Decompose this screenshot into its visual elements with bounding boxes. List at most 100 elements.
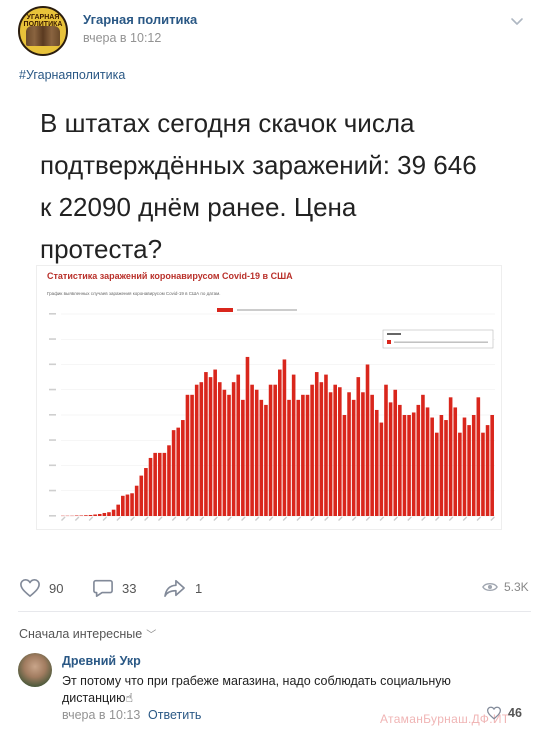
chart-bar	[254, 389, 259, 516]
chart-bar	[88, 514, 93, 516]
chart-bar	[121, 495, 125, 516]
chart-bar	[467, 425, 471, 516]
chart-bar	[102, 512, 107, 516]
x-tick-label	[476, 516, 482, 521]
chart-bar	[287, 399, 291, 516]
comment-author-avatar[interactable]	[18, 653, 52, 687]
chart-bar	[134, 485, 139, 516]
views-counter: 5.3K	[482, 580, 529, 594]
chart-bar	[411, 412, 416, 516]
comments-sort-toggle[interactable]: Сначала интересные ﹀	[19, 626, 157, 642]
chart-bar	[250, 384, 254, 516]
chart-bar	[204, 372, 208, 516]
chart-bar	[107, 512, 111, 516]
x-tick-label	[268, 516, 274, 521]
chart-bar	[393, 389, 398, 516]
chart-bar	[264, 404, 268, 516]
share-button[interactable]: 1	[163, 578, 202, 598]
chart-bar	[79, 515, 84, 517]
chart-bar	[384, 384, 388, 516]
legend-swatch	[217, 308, 233, 312]
chart-bar	[157, 452, 162, 517]
chart-bar	[185, 394, 190, 516]
chart-bar	[245, 356, 250, 516]
x-tick-label	[116, 516, 121, 521]
chart-bar	[333, 384, 337, 516]
chart-bar	[208, 377, 213, 517]
chart-bar	[444, 420, 448, 516]
chart-bar	[231, 382, 236, 516]
chart-bar	[439, 415, 444, 516]
heart-icon	[487, 706, 501, 720]
x-tick-label	[144, 516, 149, 521]
chart-bar	[361, 392, 365, 516]
post-time[interactable]: вчера в 10:12	[83, 31, 161, 45]
comment-time[interactable]: вчера в 10:13	[62, 708, 140, 722]
x-tick-label	[434, 516, 440, 521]
y-tick-label	[49, 439, 56, 441]
group-name[interactable]: Угарная политика	[83, 12, 197, 27]
chart-bar	[402, 415, 407, 516]
chart-bar	[434, 432, 439, 516]
chart-bar	[338, 387, 342, 516]
chart-bar	[351, 399, 356, 516]
x-tick-label	[421, 516, 426, 521]
chart-bar	[227, 394, 231, 516]
like-count: 90	[49, 580, 64, 596]
hashtag-link[interactable]: #Угарнаяполитика	[19, 68, 125, 82]
chart-bar	[462, 417, 467, 516]
chart-bar	[181, 420, 185, 516]
chart-bar	[199, 382, 204, 516]
y-tick-label	[49, 464, 56, 467]
reply-button[interactable]: Ответить	[148, 708, 201, 722]
chart-bar	[324, 374, 328, 516]
tooltip-swatch	[387, 340, 391, 344]
chart-bar	[370, 394, 374, 516]
like-button[interactable]: 90	[19, 578, 63, 598]
x-tick-label	[213, 516, 218, 521]
chevron-down-icon: ﹀	[146, 630, 157, 641]
x-tick-label	[254, 516, 260, 521]
comment-button[interactable]: 33	[92, 578, 136, 598]
chart-subtitle: График выявленных случаев заражения коро…	[47, 291, 221, 296]
chart-bar	[453, 407, 458, 516]
chart-image[interactable]: Статистика заражений коронавирусом Covid…	[36, 265, 502, 530]
chart-bar	[259, 399, 264, 516]
x-tick-label	[490, 516, 495, 521]
chart-bar	[282, 359, 287, 516]
chart-bar	[342, 415, 347, 516]
chart-bar	[365, 364, 370, 516]
comment-like-count: 46	[508, 706, 522, 720]
chart-bar	[74, 515, 79, 517]
chart-bar	[416, 404, 421, 516]
comment-like-button[interactable]: 46	[486, 706, 522, 720]
y-tick-label	[49, 489, 56, 492]
chart-bar	[130, 493, 134, 517]
chart-bar	[291, 374, 296, 516]
comment-author-name[interactable]: Древний Укр	[62, 654, 141, 668]
views-count: 5.3K	[504, 580, 529, 594]
chart-bar	[241, 399, 245, 516]
chart-bar	[374, 409, 379, 516]
chevron-down-icon[interactable]	[510, 14, 524, 28]
chart-bar	[176, 427, 181, 517]
x-tick-label	[338, 516, 343, 521]
chart-bar	[278, 369, 282, 516]
chart-bar	[222, 389, 227, 516]
chart-bar	[476, 397, 481, 516]
chart-bar	[84, 515, 88, 516]
chart-bar	[347, 392, 351, 516]
x-tick-label	[227, 516, 232, 521]
chart-bar	[194, 384, 199, 516]
chart-bar	[148, 457, 153, 516]
avatar-image	[26, 26, 60, 46]
x-tick-label	[74, 516, 80, 521]
group-avatar[interactable]: УГАРНАЯ ПОЛИТИКА	[18, 6, 68, 56]
chart-bar	[310, 384, 314, 516]
y-tick-label	[49, 388, 56, 391]
x-tick-label	[157, 516, 163, 521]
x-tick-label	[241, 516, 246, 521]
chart-plot	[49, 308, 495, 521]
tooltip-date	[387, 333, 401, 335]
chart-bar	[490, 415, 494, 516]
